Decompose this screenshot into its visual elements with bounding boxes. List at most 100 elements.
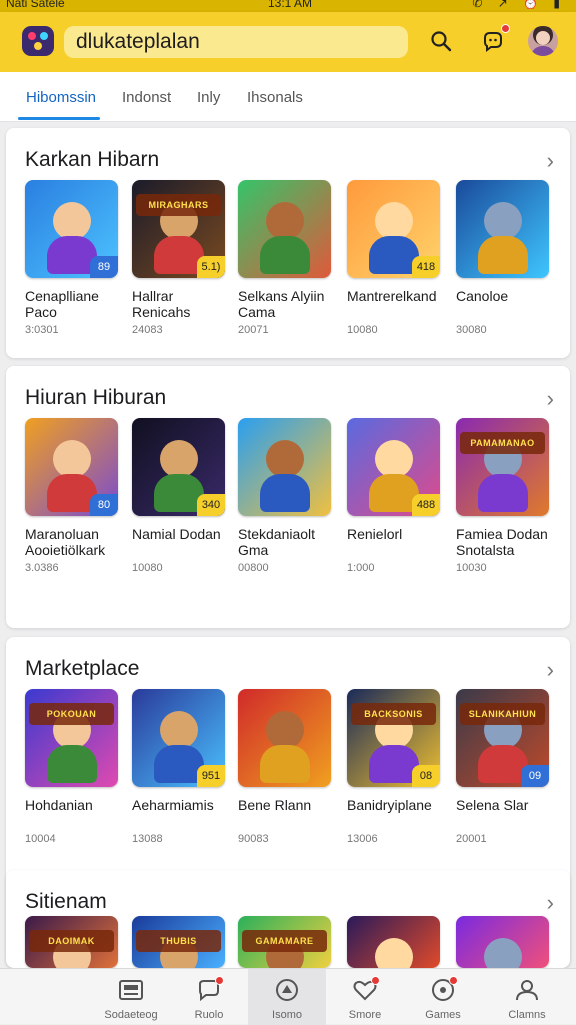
category-tabs: Hibomssin Indonst Inly Ihsonals <box>0 72 576 122</box>
app-name: Banidryiplane <box>347 797 432 813</box>
character-art <box>266 711 304 749</box>
app-meta: 10080 <box>347 324 378 336</box>
app-count-badge: 80 <box>90 494 118 516</box>
app-thumbnail[interactable] <box>347 916 440 968</box>
app-count-badge: 89 <box>90 256 118 278</box>
chat-icon <box>196 976 224 1002</box>
app-card[interactable]: Bene Rlann 90083 <box>238 689 334 845</box>
search-icon[interactable] <box>426 26 456 56</box>
app-thumbnail[interactable]: 80 <box>25 418 118 516</box>
search-input[interactable] <box>64 26 408 58</box>
app-thumbnail[interactable]: 340 <box>132 418 225 516</box>
tab-ihsonals[interactable]: Ihsonals <box>247 89 303 106</box>
notification-badge <box>501 24 510 33</box>
app-logo-text: GAMAMARE <box>242 930 327 952</box>
app-logo-text: POKOUAN <box>29 703 114 725</box>
character-art <box>484 938 522 968</box>
app-name: Hallrar Renicahs <box>132 288 191 320</box>
avatar[interactable] <box>528 26 558 56</box>
app-card[interactable]: GAMAMARE <box>238 916 334 968</box>
app-logo[interactable] <box>22 26 54 56</box>
app-card[interactable]: Selkans Alyiin Cama 20071 <box>238 180 334 336</box>
app-count-badge: 340 <box>197 494 225 516</box>
nav-item-favorites[interactable]: Smore <box>326 969 404 1025</box>
character-body-art <box>260 474 310 512</box>
app-card[interactable]: 488 Renielorl 1:000 <box>347 418 443 574</box>
app-thumbnail[interactable]: 89 <box>25 180 118 278</box>
heart-icon <box>352 976 380 1002</box>
app-thumbnail[interactable]: POKOUAN <box>25 689 118 787</box>
news-icon <box>118 978 144 1002</box>
app-card[interactable]: 340 Namial Dodan 10080 <box>132 418 228 574</box>
app-count-badge: 5.1) <box>197 256 225 278</box>
app-thumbnail[interactable] <box>456 916 549 968</box>
tab-hibomssin[interactable]: Hibomssin <box>26 89 96 106</box>
clock-text: 13:1 AM <box>268 0 313 10</box>
app-card[interactable]: Canoloe 30080 <box>456 180 552 336</box>
app-card[interactable]: BACKSONIS 08 Banidryiplane 13006 <box>347 689 443 845</box>
app-name: Mantrerelkand <box>347 288 437 304</box>
app-meta: 10004 <box>25 833 56 845</box>
tab-indonst[interactable]: Indonst <box>122 89 171 106</box>
app-thumbnail[interactable]: MIRAGHARS 5.1) <box>132 180 225 278</box>
nav-item-news[interactable]: Sodaeteog <box>92 969 170 1025</box>
app-meta: 10080 <box>132 562 163 574</box>
chevron-right-icon[interactable]: › <box>547 386 554 412</box>
chevron-right-icon[interactable]: › <box>547 890 554 916</box>
app-meta: 13088 <box>132 833 163 845</box>
nav-item-chat[interactable]: Ruolo <box>170 969 248 1025</box>
app-thumbnail[interactable]: GAMAMARE <box>238 916 331 968</box>
app-card[interactable]: 89 Cenaplliane Paco 3:0301 <box>25 180 121 336</box>
app-card[interactable]: DAOIMAK <box>25 916 121 968</box>
game-icon <box>430 976 458 1002</box>
app-thumbnail[interactable]: 418 <box>347 180 440 278</box>
favorites-badge <box>371 976 380 985</box>
app-thumbnail[interactable] <box>238 180 331 278</box>
chevron-right-icon[interactable]: › <box>547 148 554 174</box>
section-card: Karkan Hibarn › 89 Cenaplliane Paco 3:0301 MI… <box>6 128 570 358</box>
app-card[interactable]: MIRAGHARS 5.1) Hallrar Renicahs 24083 <box>132 180 228 336</box>
status-bar: Nati Satele 13:1 AM ✆ ↗ ⏰ ▮ <box>0 0 576 12</box>
app-card[interactable] <box>347 916 443 968</box>
app-thumbnail[interactable]: 951 <box>132 689 225 787</box>
app-card[interactable]: 418 Mantrerelkand 10080 <box>347 180 443 336</box>
app-thumbnail[interactable]: 488 <box>347 418 440 516</box>
app-count-badge: 951 <box>197 765 225 787</box>
app-logo-text: PAMAMANAO <box>460 432 545 454</box>
section-card: Hiuran Hiburan › 80 Maranoluan Aooietiölkar… <box>6 366 570 628</box>
character-art <box>160 440 198 478</box>
app-card[interactable] <box>456 916 552 968</box>
nav-label: Isomo <box>272 1009 302 1021</box>
app-name: Stekdaniaolt Gma <box>238 526 316 558</box>
chevron-right-icon[interactable]: › <box>547 657 554 683</box>
app-thumbnail[interactable] <box>456 180 549 278</box>
app-thumbnail[interactable] <box>238 418 331 516</box>
nav-item-profile[interactable]: Clamns <box>488 969 566 1025</box>
tab-inly[interactable]: Inly <box>197 89 220 106</box>
app-thumbnail[interactable]: SLANIKAHIUN 09 <box>456 689 549 787</box>
app-card[interactable]: POKOUAN Hohdanian 10004 <box>25 689 121 845</box>
app-thumbnail[interactable] <box>238 689 331 787</box>
app-thumbnail[interactable]: PAMAMANAO <box>456 418 549 516</box>
app-name: Famiea Dodan Snotalsta <box>456 526 548 558</box>
character-body-art <box>47 745 97 783</box>
app-card[interactable]: Stekdaniaolt Gma 00800 <box>238 418 334 574</box>
app-count-badge: 08 <box>412 765 440 787</box>
games-badge <box>449 976 458 985</box>
app-meta: 30080 <box>456 324 487 336</box>
nav-label: Ruolo <box>194 1009 224 1021</box>
app-card[interactable]: 80 Maranoluan Aooietiölkark 3.0386 <box>25 418 121 574</box>
nav-item-games[interactable]: Games <box>404 969 482 1025</box>
app-card[interactable]: THUBIS <box>132 916 228 968</box>
app-card[interactable]: 951 Aeharmiamis 13088 <box>132 689 228 845</box>
nav-item-home[interactable]: Isomo <box>248 969 326 1025</box>
app-thumbnail[interactable]: THUBIS <box>132 916 225 968</box>
app-thumbnail[interactable]: DAOIMAK <box>25 916 118 968</box>
app-name: Selena Slar <box>456 797 529 813</box>
notification-icon[interactable] <box>478 24 510 56</box>
app-card[interactable]: SLANIKAHIUN 09 Selena Slar 20001 <box>456 689 552 845</box>
app-thumbnail[interactable]: BACKSONIS 08 <box>347 689 440 787</box>
app-card[interactable]: PAMAMANAO Famiea Dodan Snotalsta 10030 <box>456 418 552 574</box>
app-logo-text: MIRAGHARS <box>136 194 221 216</box>
app-logo-text: THUBIS <box>136 930 221 952</box>
